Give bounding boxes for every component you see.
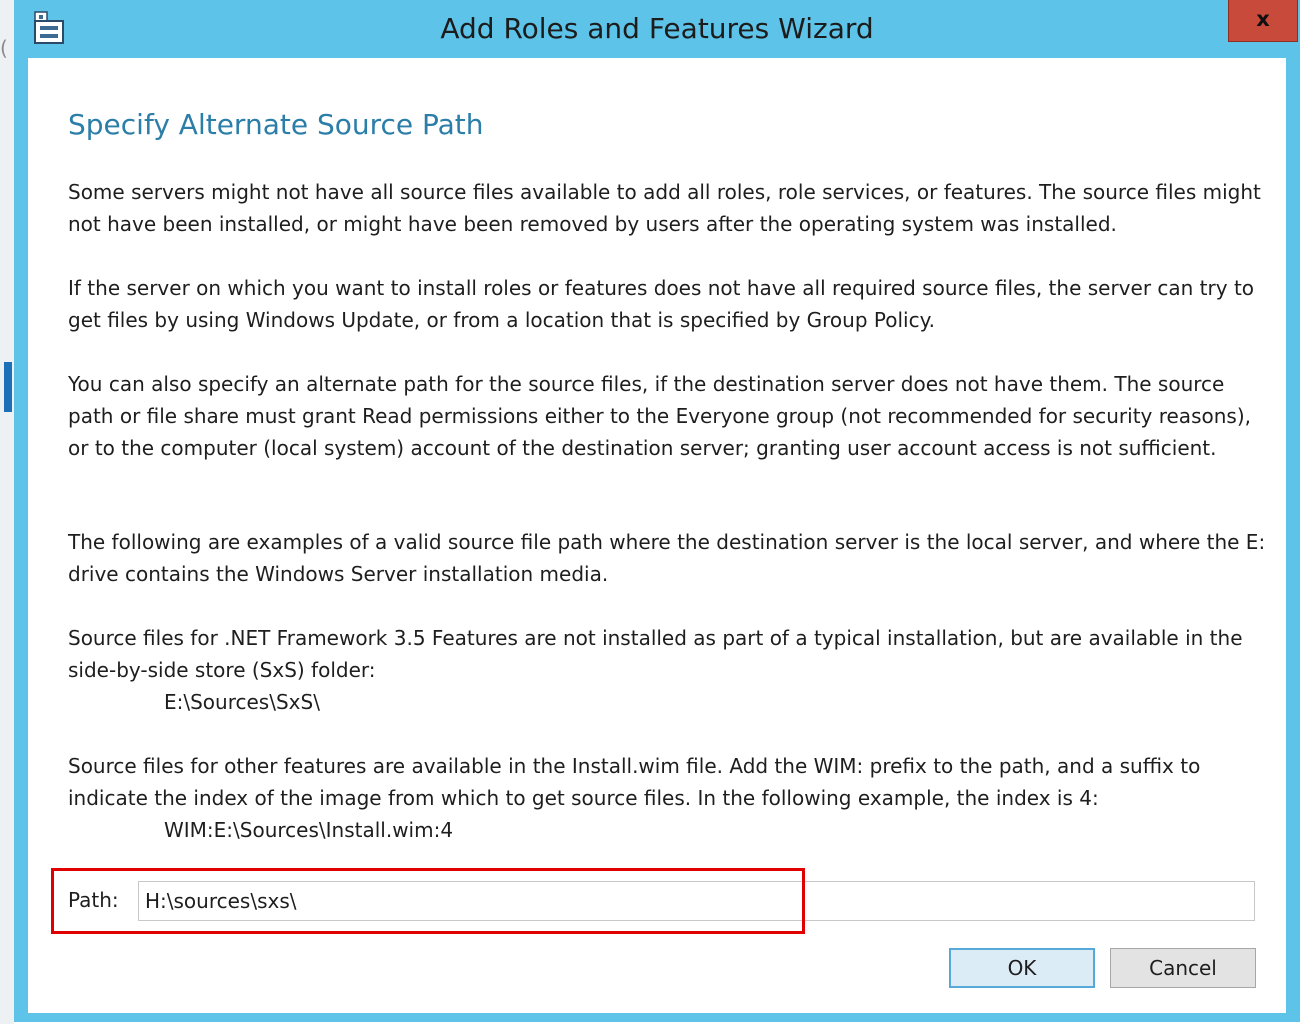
paragraph-net-framework: Source files for .NET Framework 3.5 Feat… <box>68 622 1268 718</box>
ok-button[interactable]: OK <box>949 948 1095 988</box>
paragraph-text: Source files for other features are avai… <box>68 754 1201 810</box>
cancel-button[interactable]: Cancel <box>1110 948 1256 988</box>
paragraph-source-files: Some servers might not have all source f… <box>68 176 1268 240</box>
paragraph-text: Source files for .NET Framework 3.5 Feat… <box>68 626 1243 682</box>
path-input[interactable] <box>138 881 1255 921</box>
close-button[interactable]: x <box>1228 0 1298 42</box>
dialog-content: Specify Alternate Source Path Some serve… <box>28 58 1286 1013</box>
window-title: Add Roles and Features Wizard <box>440 12 874 45</box>
background-window-edge <box>0 0 14 1024</box>
background-text-fragment: ( <box>0 36 8 60</box>
paragraph-alternate-path: You can also specify an alternate path f… <box>68 368 1268 464</box>
paragraph-text: Some servers might not have all source f… <box>68 180 1261 236</box>
paragraph-text: The following are examples of a valid so… <box>68 530 1266 586</box>
paragraph-text: If the server on which you want to insta… <box>68 276 1255 332</box>
paragraph-windows-update: If the server on which you want to insta… <box>68 272 1268 336</box>
dialog-heading: Specify Alternate Source Path <box>68 108 484 141</box>
example-wim-path: WIM:E:\Sources\Install.wim:4 <box>164 818 454 842</box>
title-bar[interactable]: Add Roles and Features Wizard x <box>14 0 1300 58</box>
paragraph-text: You can also specify an alternate path f… <box>68 372 1251 460</box>
path-label: Path: <box>68 888 119 912</box>
background-accent <box>4 362 12 412</box>
example-sxs-path: E:\Sources\SxS\ <box>164 690 320 714</box>
paragraph-install-wim: Source files for other features are avai… <box>68 750 1268 846</box>
paragraph-examples-intro: The following are examples of a valid so… <box>68 526 1268 590</box>
wizard-window: Add Roles and Features Wizard x Specify … <box>14 0 1300 1022</box>
